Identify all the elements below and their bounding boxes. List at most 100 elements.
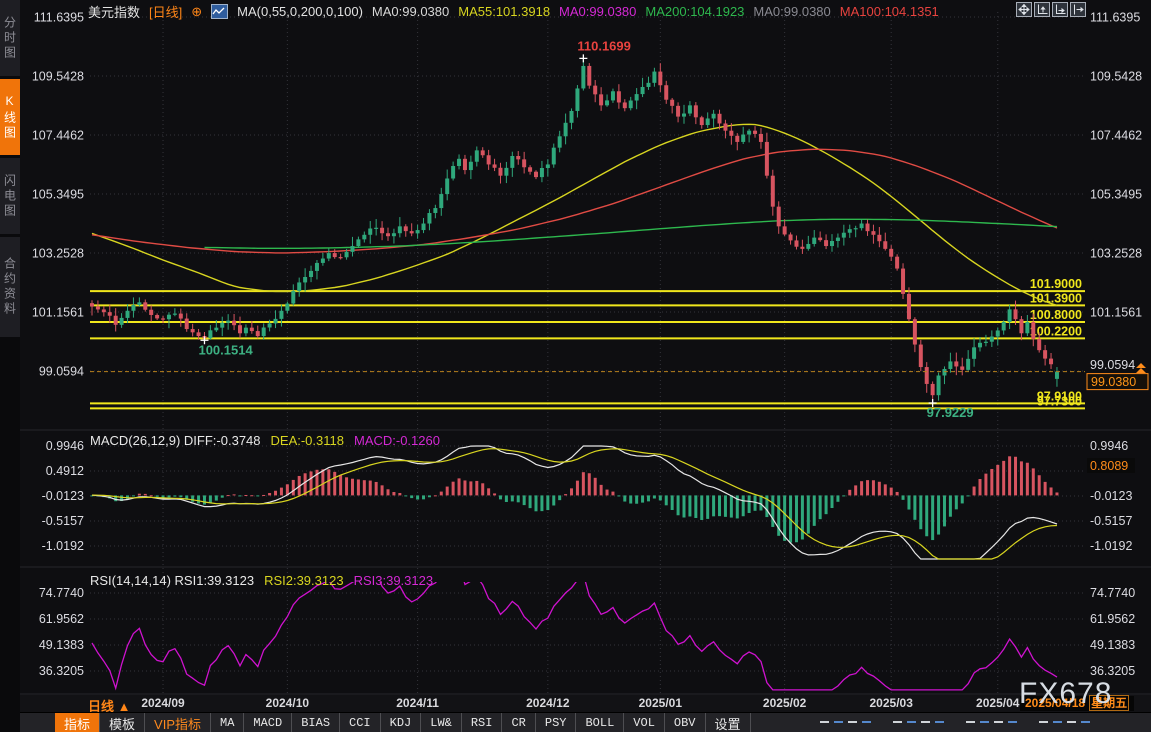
- toolbar-button-vip指标[interactable]: VIP指标: [145, 713, 211, 732]
- axis-label: 103.2528: [1090, 247, 1142, 261]
- symbol-title: 美元指数: [88, 2, 140, 21]
- indicator-readout: RSI(14,14,14) RSI1:39.3123: [90, 573, 254, 588]
- axis-label: 36.3205: [1090, 664, 1135, 678]
- ma-settings-label: MA(0,55,0,200,0,100): [237, 4, 363, 19]
- axis-label: 49.1383: [1090, 638, 1135, 652]
- indicator-readout: DEA:-0.3118: [271, 433, 344, 448]
- month-tick-label: 2025/01: [639, 696, 682, 710]
- line-chart-icon[interactable]: [211, 4, 228, 19]
- window-icons: [1016, 2, 1086, 17]
- axis-label: 99.0594: [39, 365, 84, 379]
- axis-label: 99.0594: [1090, 358, 1135, 372]
- toolbar-button-设置[interactable]: 设置: [706, 713, 751, 732]
- toolbar-button-lw&[interactable]: LW&: [421, 713, 462, 732]
- price-level-label: 100.2200: [1030, 324, 1082, 338]
- axis-label: 74.7740: [39, 586, 84, 600]
- period-tag[interactable]: [日线]: [149, 2, 182, 21]
- axis-label: 61.9562: [1090, 612, 1135, 626]
- toolbar-button-cr[interactable]: CR: [502, 713, 535, 732]
- indicator-toolbar: 指标模板VIP指标MAMACDBIASCCIKDJLW&RSICRPSYBOLL…: [20, 712, 1151, 732]
- axis-label: -0.5157: [42, 514, 84, 528]
- ma-readout: MA100:104.1351: [840, 4, 939, 19]
- current-price-box: 99.0380: [1087, 374, 1148, 390]
- axis-label: -0.0123: [1090, 489, 1132, 503]
- sidebar-tab-2[interactable]: K线图: [0, 79, 20, 155]
- macd-panel-header: MACD(26,12,9) DIFF:-0.3748DEA:-0.3118MAC…: [90, 433, 440, 448]
- axis-label: 0.4912: [46, 464, 84, 478]
- axis-label: 0.9946: [46, 439, 84, 453]
- axis-label: 61.9562: [39, 612, 84, 626]
- toolbar-button-macd[interactable]: MACD: [244, 713, 292, 732]
- toolbar-button-bias[interactable]: BIAS: [292, 713, 340, 732]
- axis-label: 101.1561: [1090, 306, 1142, 320]
- weekday-label: 星期五: [1089, 695, 1129, 711]
- axis-label: -1.0192: [42, 539, 84, 553]
- axis-label: 109.5428: [32, 70, 84, 84]
- chart-legend: 美元指数 [日线] ⊕ MA(0,55,0,200,0,100) MA0:99.…: [88, 2, 948, 21]
- left-sidebar: 分时图 K线图闪电图合约资料: [0, 0, 20, 732]
- dash-group: [820, 721, 871, 723]
- dash-group: [1039, 721, 1090, 723]
- axis-label: 105.3495: [32, 188, 84, 202]
- dash-group: [893, 721, 944, 723]
- dash-group: [966, 721, 1017, 723]
- time-axis: 日线 ▲ 2024/092024/102024/112024/122025/01…: [20, 695, 1151, 712]
- month-tick-label: 2025/02: [763, 696, 806, 710]
- sidebar-tab-3[interactable]: 闪电图: [0, 158, 20, 234]
- toolbar-button-boll[interactable]: BOLL: [576, 713, 624, 732]
- axis-label: 49.1383: [39, 638, 84, 652]
- sidebar-tab-4[interactable]: 合约资料: [0, 237, 20, 337]
- status-dashes: [820, 721, 1090, 723]
- ma-readout: MA200:104.1923: [645, 4, 744, 19]
- month-tick-label: 2024/10: [266, 696, 309, 710]
- scroll-right-icon[interactable]: [1070, 2, 1086, 17]
- toolbar-button-模板[interactable]: 模板: [100, 713, 145, 732]
- extreme-price-label: 100.1514: [198, 342, 253, 357]
- chart-canvas[interactable]: 101.9000101.3900100.8000100.220097.91009…: [20, 0, 1151, 695]
- axis-label: -0.0123: [42, 489, 84, 503]
- indicator-readout: RSI2:39.3123: [264, 573, 344, 588]
- price-level-label: 101.9000: [1030, 277, 1082, 291]
- toolbar-spacer: [20, 713, 55, 732]
- ma-readouts: MA0:99.0380 MA55:101.3918 MA0:99.0380 MA200…: [372, 4, 948, 19]
- axis-label: 74.7740: [1090, 586, 1135, 600]
- month-tick-label: 2024/12: [526, 696, 569, 710]
- month-tick-label: 2024/09: [141, 696, 184, 710]
- axis-label: 36.3205: [39, 664, 84, 678]
- ma-readout: MA55:101.3918: [458, 4, 550, 19]
- axis-label: 0.9946: [1090, 439, 1128, 453]
- toolbar-button-cci[interactable]: CCI: [340, 713, 381, 732]
- axis-label: 111.6395: [34, 11, 84, 25]
- month-tick-label: 2024/11: [396, 696, 439, 710]
- current-price-value: 99.0380: [1091, 375, 1136, 389]
- macd-value-box: 0.8089: [1087, 458, 1135, 473]
- sidebar-tab-1[interactable]: 分时图: [0, 0, 20, 76]
- indicator-readout: MACD(26,12,9) DIFF:-0.3748: [90, 433, 261, 448]
- month-tick-label: 2025/04: [976, 696, 1019, 710]
- price-level-label: 97.7300: [1037, 394, 1082, 408]
- pan-tool-icon[interactable]: [1016, 2, 1032, 17]
- axis-label: 107.4462: [32, 128, 84, 142]
- toolbar-button-vol[interactable]: VOL: [624, 713, 665, 732]
- axis-label: 111.6395: [1090, 11, 1140, 25]
- price-level-label: 100.8000: [1030, 308, 1082, 322]
- ma-readout: MA0:99.0380: [753, 4, 830, 19]
- toolbar-button-rsi[interactable]: RSI: [462, 713, 503, 732]
- axis-label: -0.5157: [1090, 514, 1132, 528]
- axis-label: -1.0192: [1090, 539, 1132, 553]
- extreme-price-label: 97.9229: [927, 405, 974, 420]
- indicator-readout: RSI3:39.3123: [354, 573, 434, 588]
- toolbar-button-ma[interactable]: MA: [211, 713, 244, 732]
- toolbar-button-obv[interactable]: OBV: [665, 713, 706, 732]
- toolbar-button-psy[interactable]: PSY: [536, 713, 577, 732]
- axis-label: 101.1561: [32, 306, 84, 320]
- toolbar-button-kdj[interactable]: KDJ: [381, 713, 422, 732]
- axis-zoom-horizontal-icon[interactable]: [1052, 2, 1068, 17]
- rsi-panel-header: RSI(14,14,14) RSI1:39.3123 RSI2:39.3123 RS…: [90, 573, 433, 588]
- toolbar-button-指标[interactable]: 指标: [55, 713, 100, 732]
- month-tick-label: 2025/03: [869, 696, 912, 710]
- ma-readout: MA0:99.0380: [559, 4, 636, 19]
- axis-zoom-vertical-icon[interactable]: [1034, 2, 1050, 17]
- circle-plus-icon[interactable]: ⊕: [191, 4, 202, 20]
- ma-readout: MA0:99.0380: [372, 4, 449, 19]
